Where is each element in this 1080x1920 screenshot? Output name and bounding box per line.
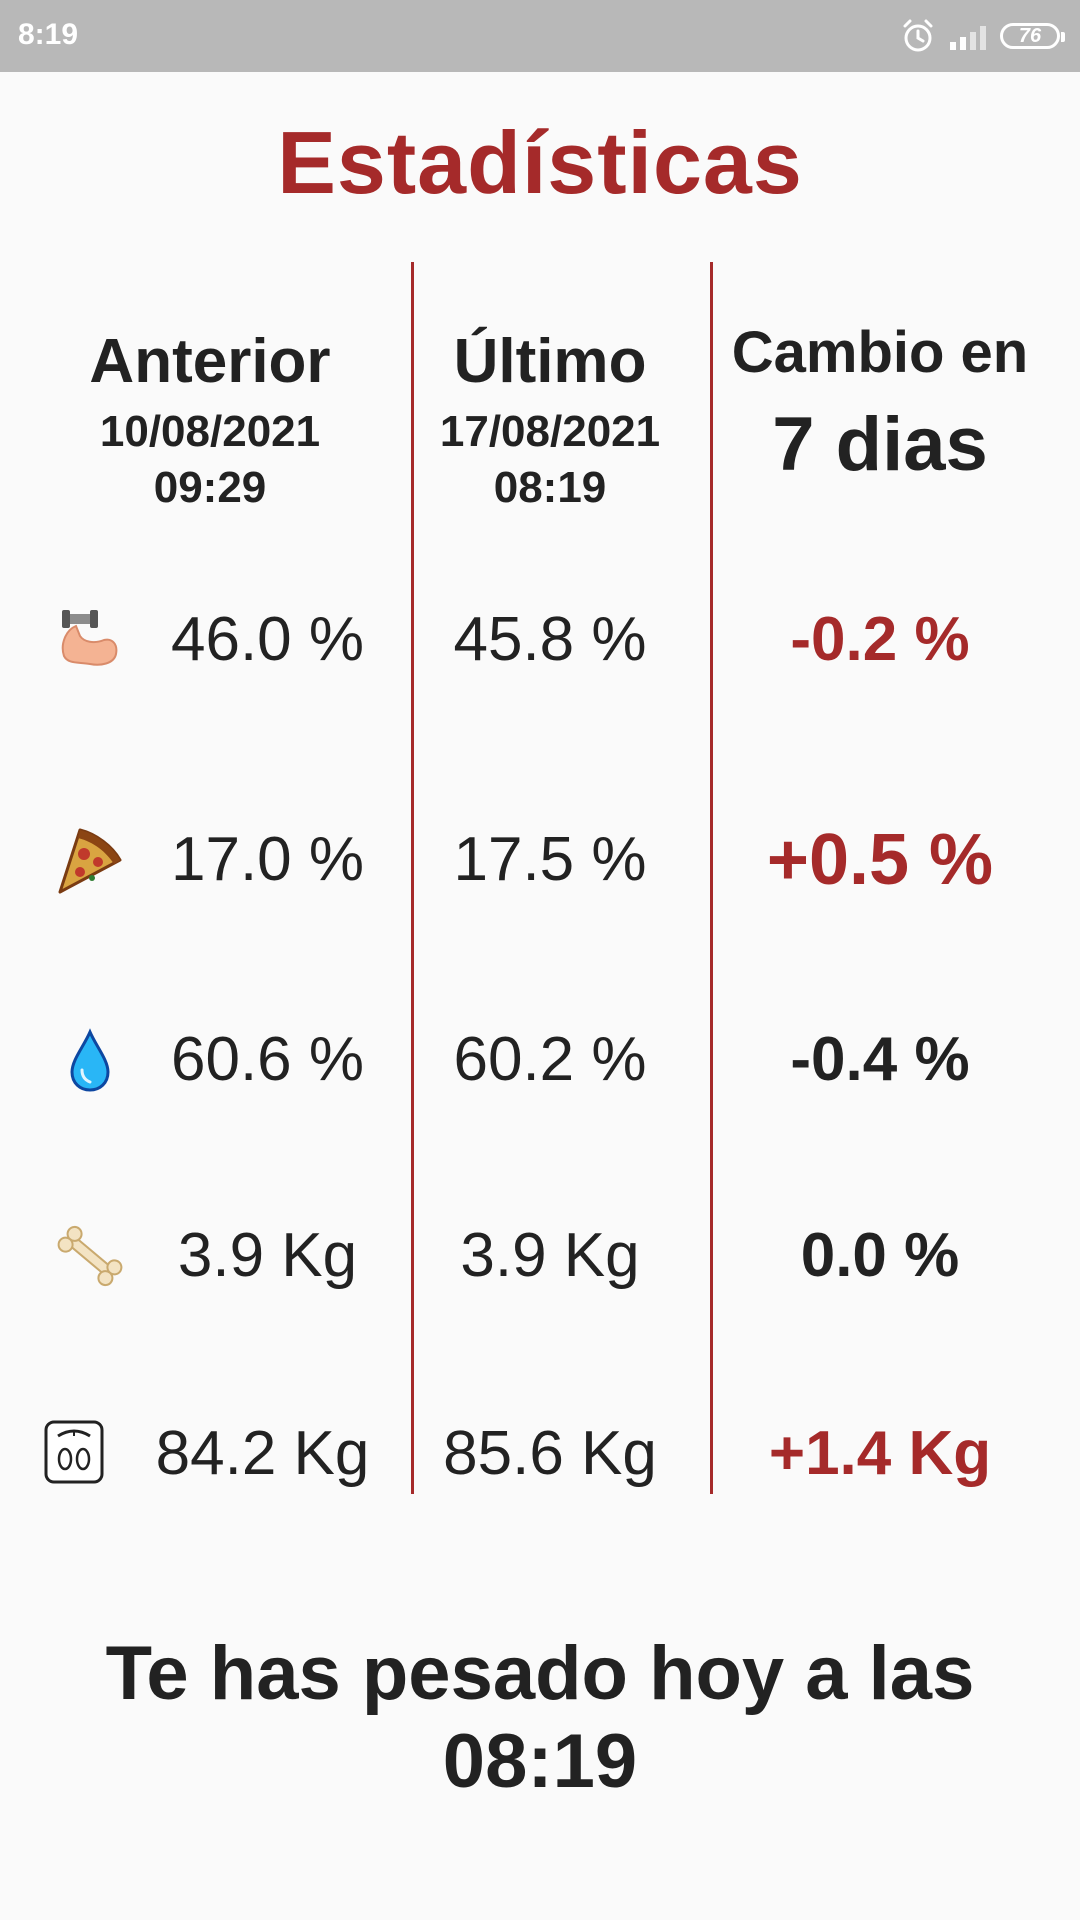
fat-latest: 17.5 % bbox=[453, 825, 647, 894]
signal-icon bbox=[950, 22, 986, 50]
latest-date: 17/08/2021 bbox=[439, 407, 661, 456]
muscle-previous: 46.0 % bbox=[170, 605, 365, 674]
weight-change: +1.4 Kg bbox=[768, 1419, 992, 1488]
column-header-change: Cambio en 7 dias bbox=[710, 316, 1050, 500]
footer-time: 08:19 bbox=[442, 1719, 638, 1804]
bone-icon bbox=[57, 1225, 123, 1287]
water-change: -0.4 % bbox=[790, 1025, 970, 1094]
weight-latest: 85.6 Kg bbox=[443, 1419, 657, 1488]
muscle-icon bbox=[61, 610, 118, 666]
water-drop-icon bbox=[70, 1028, 110, 1092]
page-title: Estadísticas bbox=[277, 113, 803, 212]
alarm-icon bbox=[903, 19, 933, 52]
water-previous: 60.6 % bbox=[170, 1025, 365, 1094]
footer-text: Te has pesado hoy a las bbox=[105, 1631, 975, 1716]
column-header-latest: Último 17/08/2021 08:19 bbox=[400, 320, 700, 516]
stat-row-water: 60.6 % 60.2 % -0.4 % bbox=[0, 1000, 1080, 1120]
stat-row-fat: 17.0 % 17.5 % +0.5 % bbox=[0, 800, 1080, 920]
fat-previous: 17.0 % bbox=[170, 825, 365, 894]
previous-label: Anterior bbox=[89, 327, 331, 396]
bone-change: 0.0 % bbox=[800, 1221, 960, 1290]
bone-latest: 3.9 Kg bbox=[460, 1221, 640, 1290]
scale-icon bbox=[44, 1420, 104, 1484]
status-icons: 76 bbox=[900, 14, 1065, 58]
column-header-previous: Anterior 10/08/2021 09:29 bbox=[60, 320, 360, 516]
change-days: 7 dias bbox=[772, 402, 988, 487]
previous-date: 10/08/2021 bbox=[99, 407, 321, 456]
stat-row-bone: 3.9 Kg 3.9 Kg 0.0 % bbox=[0, 1196, 1080, 1316]
stat-row-weight: 84.2 Kg 85.6 Kg +1.4 Kg bbox=[0, 1394, 1080, 1514]
status-bar: 8:19 76 bbox=[0, 0, 1080, 72]
status-time: 8:19 bbox=[18, 18, 79, 51]
stat-row-muscle: 46.0 % 45.8 % -0.2 % bbox=[0, 580, 1080, 700]
change-label: Cambio en bbox=[731, 320, 1029, 385]
battery-icon: 76 bbox=[1000, 23, 1065, 49]
weight-previous: 84.2 Kg bbox=[155, 1419, 370, 1488]
muscle-latest: 45.8 % bbox=[453, 605, 647, 674]
fat-change: +0.5 % bbox=[766, 820, 994, 900]
pizza-icon bbox=[58, 828, 122, 894]
bone-previous: 3.9 Kg bbox=[177, 1221, 358, 1290]
previous-time: 09:29 bbox=[153, 463, 267, 512]
latest-time: 08:19 bbox=[493, 463, 607, 512]
muscle-change: -0.2 % bbox=[790, 605, 970, 674]
latest-label: Último bbox=[453, 327, 647, 396]
weighed-today-message: Te has pesado hoy a las 08:19 bbox=[0, 1630, 1080, 1806]
water-latest: 60.2 % bbox=[453, 1025, 647, 1094]
